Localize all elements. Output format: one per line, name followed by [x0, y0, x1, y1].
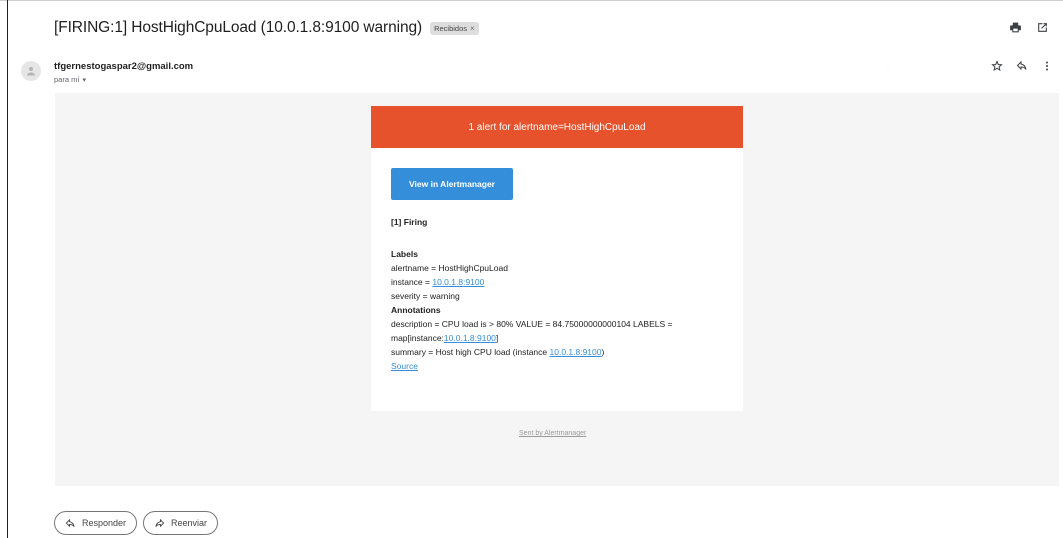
label-remove-icon[interactable]: ×: [470, 24, 475, 33]
label-alertname: alertname = HostHighCpuLoad: [391, 263, 508, 273]
chevron-down-icon[interactable]: ▾: [82, 76, 86, 84]
instance-link[interactable]: 10.0.1.8:9100: [432, 277, 484, 287]
description-map-suffix: ]: [495, 333, 499, 343]
open-in-new-icon[interactable]: [1036, 21, 1049, 34]
reply-actions: Responder Reenviar: [54, 511, 219, 535]
alert-card: 1 alert for alertname=HostHighCpuLoad Vi…: [371, 106, 743, 411]
sent-by-alertmanager-link[interactable]: Sent by Alertmanager: [519, 430, 586, 437]
description-line-2: map[instance:10.0.1.8:9100]: [391, 331, 723, 345]
frame-left-border: [7, 0, 8, 538]
label-instance-prefix: instance =: [391, 277, 433, 287]
reply-icon: [65, 518, 75, 527]
reply-icon[interactable]: [1016, 60, 1028, 72]
print-icon[interactable]: [1009, 21, 1022, 34]
labels-title: Labels: [391, 249, 418, 259]
description-instance-link[interactable]: 10.0.1.8:9100: [444, 333, 496, 343]
alert-header: 1 alert for alertname=HostHighCpuLoad: [371, 106, 743, 148]
description-line: description = CPU load is > 80% VALUE = …: [391, 319, 673, 329]
person-icon: [27, 67, 35, 76]
reply-button[interactable]: Responder: [54, 511, 138, 535]
view-in-alertmanager-button[interactable]: View in Alertmanager: [391, 168, 513, 200]
description-map-prefix: map[instance:: [391, 333, 444, 343]
recipient-line[interactable]: para mí ▾: [54, 75, 86, 84]
frame-top-border: [0, 0, 1063, 1]
reply-button-label: Responder: [82, 518, 127, 528]
more-vert-icon[interactable]: [1041, 60, 1053, 72]
inbox-label-text: Recibidos: [434, 23, 467, 33]
avatar[interactable]: [21, 61, 41, 81]
inbox-label-chip[interactable]: Recibidos ×: [430, 21, 479, 35]
subject-row: [FIRING:1] HostHighCpuLoad (10.0.1.8:910…: [54, 19, 479, 37]
message-actions: [991, 60, 1053, 72]
star-icon[interactable]: [991, 60, 1003, 72]
alert-content: View in Alertmanager [1] Firing Labels a…: [371, 148, 743, 373]
summary-line: summary = Host high CPU load (instance 1…: [391, 345, 723, 359]
sender-email[interactable]: tfgernestogaspar2@gmail.com: [54, 61, 193, 72]
forward-icon: [155, 518, 165, 527]
recipient-text: para mí: [54, 75, 80, 84]
email-subject: [FIRING:1] HostHighCpuLoad (10.0.1.8:910…: [54, 19, 423, 36]
label-severity: severity = warning: [391, 291, 460, 301]
annotations-title: Annotations: [391, 305, 441, 315]
label-instance: instance = 10.0.1.8:9100: [391, 275, 723, 289]
forward-button[interactable]: Reenviar: [143, 511, 219, 535]
summary-prefix: summary = Host high CPU load (instance: [391, 347, 550, 357]
forward-button-label: Reenviar: [171, 518, 208, 528]
source-link[interactable]: Source: [391, 361, 418, 371]
summary-suffix: ): [601, 347, 605, 357]
faint-timestamp: · ·: [885, 63, 891, 69]
firing-title: [1] Firing: [391, 217, 428, 227]
summary-instance-link[interactable]: 10.0.1.8:9100: [550, 347, 602, 357]
thread-actions: [1009, 21, 1049, 34]
